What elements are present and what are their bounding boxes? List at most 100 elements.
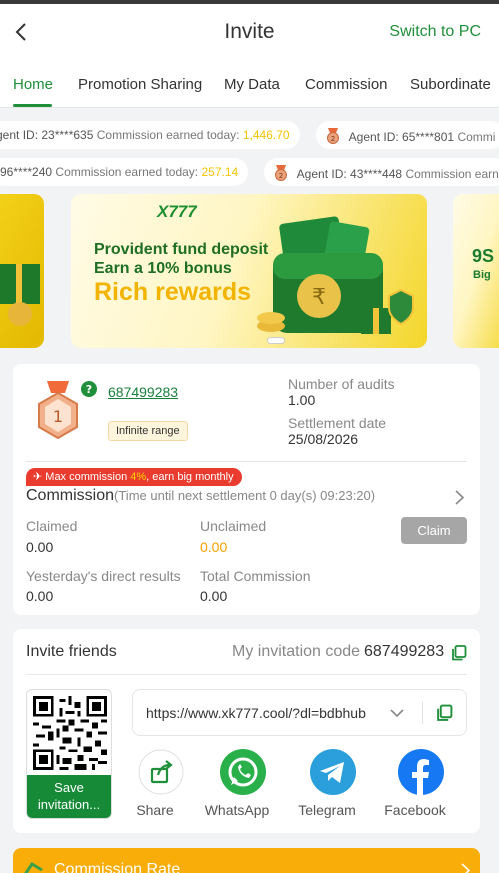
settlement-value: 25/08/2026 bbox=[288, 431, 359, 447]
unclaimed-value: 0.00 bbox=[200, 539, 228, 555]
chevron-right-icon[interactable] bbox=[455, 490, 464, 505]
level-medal-icon: 1 ? bbox=[38, 381, 97, 439]
tab-my-data[interactable]: My Data bbox=[224, 76, 280, 93]
tab-promotion-sharing[interactable]: Promotion Sharing bbox=[78, 76, 202, 93]
qr-code-panel: Save invitation... bbox=[26, 689, 112, 819]
settlement-countdown: (Time until next settlement 0 day(s) 09:… bbox=[114, 488, 376, 503]
active-tab-indicator bbox=[13, 104, 52, 107]
switch-to-pc-link[interactable]: Switch to PC bbox=[389, 23, 481, 41]
svg-text:₹: ₹ bbox=[312, 285, 326, 310]
share-option-telegram[interactable]: Telegram bbox=[292, 749, 362, 818]
tab-subordinate[interactable]: Subordinate bbox=[410, 76, 491, 93]
next-banner-subtext: Big bbox=[473, 269, 491, 281]
ticker-label: Commission earned today: bbox=[96, 128, 240, 142]
level-number: 1 bbox=[53, 407, 63, 426]
ticker-agent-id: gent ID: 23****635 bbox=[0, 128, 94, 142]
banner-line-1: Provident fund deposit bbox=[94, 241, 269, 258]
carousel-indicator[interactable] bbox=[267, 337, 285, 344]
chevron-down-icon[interactable] bbox=[390, 709, 404, 718]
audits-label: Number of audits bbox=[288, 376, 395, 392]
share-icon bbox=[138, 749, 184, 795]
invite-url: https://www.xk777.cool/?dl=bdbhub bbox=[146, 705, 366, 721]
share-label: Share bbox=[136, 802, 174, 818]
ticker-chip: 2 Agent ID: 43****448 Commission earn bbox=[264, 158, 499, 186]
ticker-chip: 96****240 Commission earned today: 257.1… bbox=[0, 158, 249, 186]
chevron-right-icon bbox=[461, 863, 470, 873]
range-badge: Infinite range bbox=[108, 421, 188, 441]
svg-text:2: 2 bbox=[331, 135, 335, 143]
invite-title: Invite friends bbox=[26, 643, 117, 660]
ticker-amount: 257.14 bbox=[201, 165, 239, 179]
header: Invite Switch to PC bbox=[0, 4, 499, 60]
ticker-agent-id: Agent ID: 65****801 bbox=[348, 130, 455, 144]
tab-home[interactable]: Home bbox=[13, 76, 53, 93]
copy-link-icon[interactable] bbox=[436, 704, 453, 722]
copy-code-icon[interactable] bbox=[451, 645, 467, 661]
banner-slide-prev[interactable] bbox=[0, 194, 44, 348]
ticker-label: Commission earned today: bbox=[55, 165, 199, 179]
telegram-label: Telegram bbox=[298, 802, 356, 818]
next-banner-text: 9S bbox=[472, 246, 495, 266]
max-prefix: Max commission bbox=[45, 471, 131, 483]
yesterday-value: 0.00 bbox=[26, 588, 54, 604]
promo-carousel[interactable]: X777 Provident fund deposit Earn a 10% b… bbox=[0, 194, 499, 350]
ticker-label: Commi bbox=[457, 130, 496, 144]
whatsapp-label: WhatsApp bbox=[204, 802, 270, 818]
unclaimed-label: Unclaimed bbox=[200, 518, 267, 534]
commission-ticker-row: 96****240 Commission earned today: 257.1… bbox=[0, 158, 499, 188]
agent-id-link[interactable]: 687499283 bbox=[108, 384, 178, 400]
invitation-code-label: My invitation code bbox=[232, 643, 361, 660]
divider bbox=[26, 674, 467, 675]
commission-rate-icon bbox=[24, 861, 43, 873]
invitation-code: 687499283 bbox=[364, 643, 445, 660]
commission-title: Commission bbox=[26, 487, 115, 504]
claimed-value: 0.00 bbox=[26, 539, 54, 555]
commission-ticker-row: gent ID: 23****635 Commission earned tod… bbox=[0, 121, 499, 151]
commission-rate-bar[interactable]: Commission Rate bbox=[13, 848, 480, 873]
commission-rate-label: Commission Rate bbox=[54, 861, 181, 873]
share-option-share[interactable]: Share bbox=[120, 749, 190, 818]
tab-bar: Home Promotion Sharing My Data Commissio… bbox=[0, 60, 499, 108]
claimed-label: Claimed bbox=[26, 518, 78, 534]
audits-value: 1.00 bbox=[288, 392, 316, 408]
qr-code-icon bbox=[33, 696, 107, 770]
share-option-facebook[interactable]: Facebook bbox=[380, 749, 450, 818]
facebook-label: Facebook bbox=[384, 802, 446, 818]
share-option-whatsapp[interactable]: WhatsApp bbox=[202, 749, 272, 818]
ticker-chip: 2 Agent ID: 65****801 Commi bbox=[316, 121, 499, 149]
ticker-agent-id: Agent ID: 43****448 bbox=[296, 167, 403, 181]
total-commission-label: Total Commission bbox=[200, 568, 311, 584]
fire-icon: ✈ bbox=[33, 471, 43, 483]
wallet-illustration-icon: ₹ bbox=[257, 216, 414, 334]
gift-box-icon bbox=[0, 264, 40, 326]
total-commission-value: 0.00 bbox=[200, 588, 228, 604]
agent-commission-card: 1 ? 687499283 Infinite range Number of a… bbox=[13, 364, 480, 615]
banner-slide-main[interactable]: X777 Provident fund deposit Earn a 10% b… bbox=[71, 194, 427, 348]
save-invitation-button[interactable]: Save invitation... bbox=[27, 775, 111, 818]
telegram-icon bbox=[310, 749, 356, 795]
invite-friends-card: Invite friends My invitation code 687499… bbox=[13, 629, 480, 833]
banner-headline: Rich rewards bbox=[94, 278, 252, 306]
claim-button[interactable]: Claim bbox=[401, 517, 467, 544]
svg-text:2: 2 bbox=[279, 172, 283, 180]
yesterday-label: Yesterday's direct results bbox=[26, 568, 181, 584]
brand-logo: X777 bbox=[157, 202, 197, 221]
max-commission-badge: ✈ Max commission 4%, earn big monthly bbox=[26, 468, 242, 486]
settlement-label: Settlement date bbox=[288, 415, 387, 431]
banner-line-2: Earn a 10% bonus bbox=[94, 260, 232, 277]
commission-header[interactable]: Commission(Time until next settlement 0 … bbox=[26, 487, 375, 505]
banner-slide-next[interactable]: 9S Big bbox=[453, 194, 499, 348]
max-suffix: , earn big monthly bbox=[146, 471, 234, 483]
medal-icon: 2 bbox=[275, 165, 287, 181]
tab-commission[interactable]: Commission bbox=[305, 76, 388, 93]
whatsapp-icon bbox=[220, 749, 266, 795]
ticker-agent-id: 96****240 bbox=[0, 165, 53, 179]
svg-text:?: ? bbox=[86, 383, 92, 396]
ticker-label: Commission earn bbox=[405, 167, 499, 181]
divider bbox=[422, 702, 423, 724]
invite-link-field[interactable]: https://www.xk777.cool/?dl=bdbhub bbox=[132, 689, 467, 736]
divider bbox=[26, 461, 467, 462]
max-pct: 4% bbox=[130, 471, 147, 483]
medal-icon: 2 bbox=[327, 128, 339, 144]
facebook-icon bbox=[398, 749, 444, 795]
